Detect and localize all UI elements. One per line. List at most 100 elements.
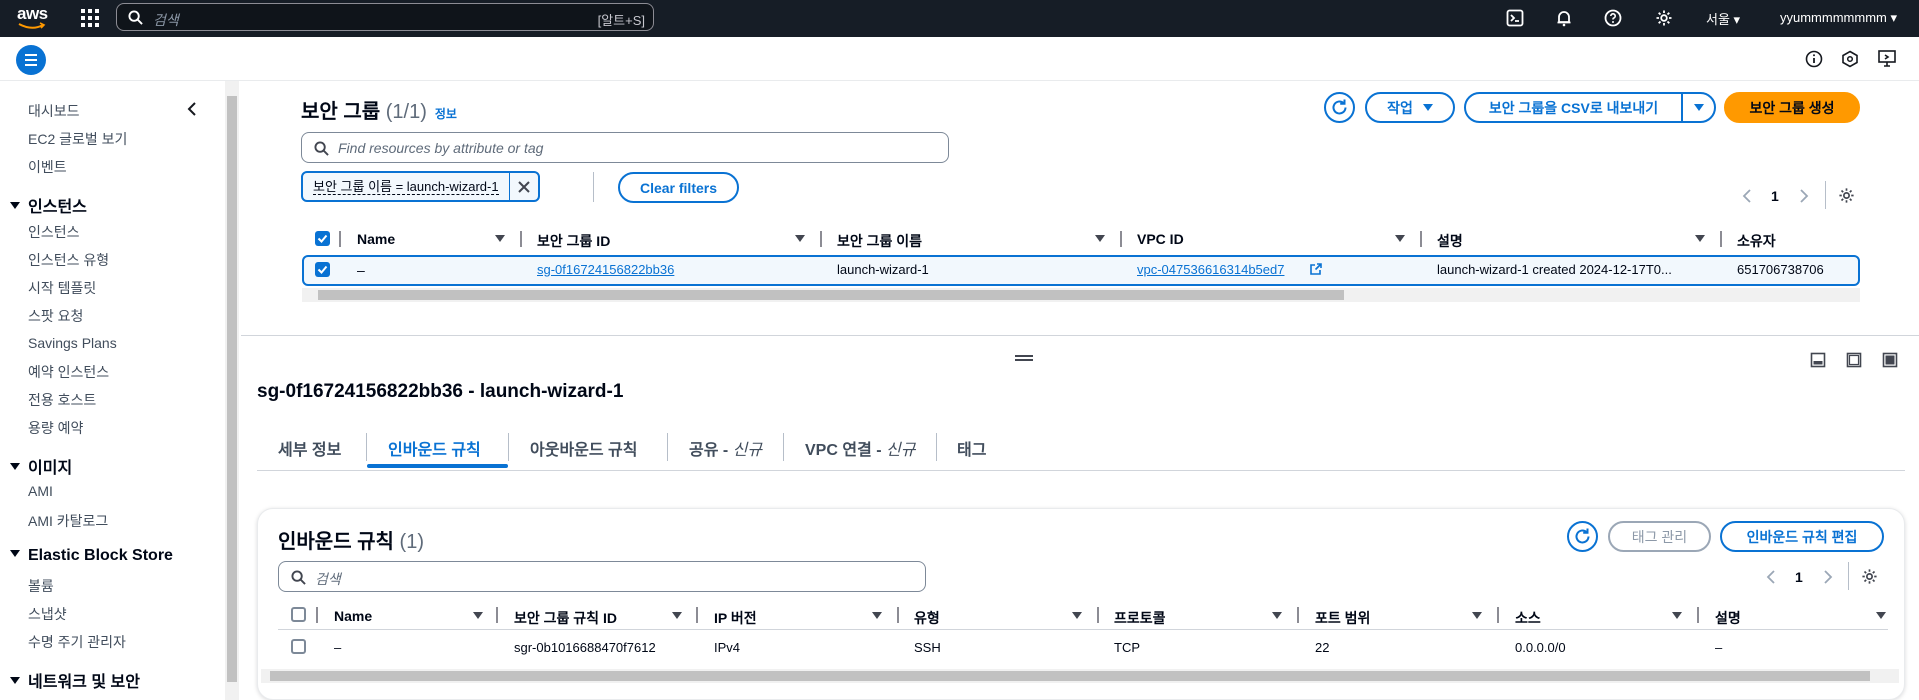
- row-checkbox[interactable]: [291, 639, 306, 654]
- sidebar-item-spot-requests[interactable]: 스팟 요청: [28, 306, 83, 326]
- column-header-sg-name[interactable]: 보안 그룹 이름: [837, 231, 922, 251]
- column-separator[interactable]: [1097, 607, 1099, 623]
- sidebar-item-ami-catalog[interactable]: AMI 카탈로그: [28, 511, 108, 531]
- settings-gear-icon[interactable]: [1655, 9, 1673, 27]
- column-separator[interactable]: [1697, 607, 1699, 623]
- sidebar-item-instances[interactable]: 인스턴스: [28, 222, 80, 242]
- aws-logo[interactable]: aws: [17, 5, 49, 31]
- column-separator[interactable]: [696, 607, 698, 623]
- column-header-name[interactable]: Name: [334, 608, 372, 624]
- panel-full-icon[interactable]: [1882, 352, 1898, 368]
- column-separator[interactable]: [897, 607, 899, 623]
- sidebar-item-instance-types[interactable]: 인스턴스 유형: [28, 250, 109, 270]
- sidebar-item-ec2-global-view[interactable]: EC2 글로벌 보기: [28, 129, 127, 149]
- services-grid-icon[interactable]: [81, 9, 99, 27]
- split-panel-divider[interactable]: [241, 335, 1919, 336]
- drag-handle-icon[interactable]: [1015, 359, 1033, 361]
- column-header-description[interactable]: 설명: [1437, 231, 1463, 251]
- sidebar-item-lifecycle-manager[interactable]: 수명 주기 관리자: [28, 632, 126, 652]
- region-selector[interactable]: 서울 ▾: [1706, 9, 1740, 28]
- sidebar-item-savings-plans[interactable]: Savings Plans: [28, 335, 117, 351]
- column-separator[interactable]: [1497, 607, 1499, 623]
- collapse-chevron-left-icon[interactable]: [185, 101, 199, 117]
- column-separator[interactable]: [496, 607, 498, 623]
- notifications-bell-icon[interactable]: [1555, 9, 1573, 27]
- table-preferences-gear-icon[interactable]: [1838, 187, 1855, 204]
- tab-details[interactable]: 세부 정보: [278, 436, 341, 460]
- column-header-protocol[interactable]: 프로토콜: [1114, 608, 1166, 628]
- inbound-horizontal-scrollbar-thumb[interactable]: [270, 671, 1870, 681]
- pagination-current-page[interactable]: 1: [1795, 569, 1803, 585]
- sort-caret-icon[interactable]: [1095, 235, 1105, 242]
- column-separator[interactable]: [820, 231, 822, 247]
- column-header-vpc-id[interactable]: VPC ID: [1137, 231, 1184, 247]
- info-link[interactable]: 정보: [435, 107, 457, 121]
- sort-caret-icon[interactable]: [1695, 235, 1705, 242]
- sidebar-section-ebs[interactable]: Elastic Block Store: [10, 547, 173, 565]
- sort-caret-icon[interactable]: [795, 235, 805, 242]
- cloudshell-icon[interactable]: [1506, 9, 1524, 27]
- edit-inbound-rules-button[interactable]: 인바운드 규칙 편집: [1720, 521, 1884, 552]
- tab-vpc-associations[interactable]: VPC 연결 - 신규: [805, 436, 915, 460]
- sidebar-scrollbar-thumb[interactable]: [227, 96, 237, 682]
- sort-caret-icon[interactable]: [1472, 612, 1482, 619]
- sort-caret-icon[interactable]: [672, 612, 682, 619]
- filter-token[interactable]: 보안 그룹 이름 = launch-wizard-1: [301, 171, 540, 202]
- sidebar-section-network-security[interactable]: 네트워크 및 보안: [10, 668, 140, 692]
- column-separator[interactable]: [520, 231, 522, 247]
- sidebar-section-instances[interactable]: 인스턴스: [10, 193, 87, 217]
- select-all-checkbox[interactable]: [291, 607, 306, 622]
- external-link-icon[interactable]: [1309, 262, 1323, 276]
- sidebar-item-events[interactable]: 이벤트: [28, 157, 67, 177]
- column-header-type[interactable]: 유형: [914, 608, 940, 628]
- tab-outbound-rules[interactable]: 아웃바운드 규칙: [530, 436, 638, 460]
- export-options-dropdown[interactable]: [1681, 92, 1716, 123]
- sidebar-section-images[interactable]: 이미지: [10, 454, 72, 478]
- refresh-button[interactable]: [1567, 521, 1598, 552]
- tab-sharing[interactable]: 공유 - 신규: [689, 436, 762, 460]
- pagination-next-icon[interactable]: [1823, 569, 1833, 585]
- cell-vpc-id-link[interactable]: vpc-047536616314b5ed7: [1137, 262, 1284, 277]
- screen-share-icon[interactable]: [1877, 49, 1897, 69]
- remove-filter-button[interactable]: [510, 173, 538, 200]
- panel-bottom-icon[interactable]: [1810, 352, 1826, 368]
- pagination-current-page[interactable]: 1: [1771, 188, 1779, 204]
- actions-dropdown[interactable]: 작업: [1365, 92, 1455, 123]
- sidebar-item-dedicated-hosts[interactable]: 전용 호스트: [28, 390, 96, 410]
- pagination-next-icon[interactable]: [1799, 188, 1809, 204]
- sort-caret-icon[interactable]: [495, 235, 505, 242]
- sort-caret-icon[interactable]: [473, 612, 483, 619]
- select-all-checkbox[interactable]: [315, 231, 330, 246]
- column-separator[interactable]: [1420, 231, 1422, 247]
- table-preferences-gear-icon[interactable]: [1861, 568, 1878, 585]
- export-csv-button[interactable]: 보안 그룹을 CSV로 내보내기: [1464, 92, 1683, 123]
- column-header-name[interactable]: Name: [357, 231, 395, 247]
- sort-caret-icon[interactable]: [1072, 612, 1082, 619]
- column-header-owner[interactable]: 소유자: [1737, 231, 1776, 251]
- table-horizontal-scrollbar-thumb[interactable]: [318, 290, 1344, 300]
- drag-handle-icon[interactable]: [1015, 355, 1033, 357]
- help-icon[interactable]: [1604, 9, 1622, 27]
- panel-side-icon[interactable]: [1846, 352, 1862, 368]
- tab-inbound-rules[interactable]: 인바운드 규칙: [388, 436, 481, 460]
- sort-caret-icon[interactable]: [1395, 235, 1405, 242]
- sidebar-item-volumes[interactable]: 볼륨: [28, 576, 54, 596]
- sidebar-item-dashboard[interactable]: 대시보드: [28, 101, 80, 121]
- info-panel-icon[interactable]: [1805, 50, 1823, 68]
- column-separator[interactable]: [1120, 231, 1122, 247]
- side-navigation-toggle[interactable]: [16, 45, 46, 75]
- tab-tags[interactable]: 태그: [957, 436, 986, 460]
- cell-sg-id-link[interactable]: sg-0f16724156822bb36: [537, 262, 674, 277]
- account-menu[interactable]: yyummmmmmmm ▾: [1780, 10, 1897, 26]
- sidebar-item-launch-templates[interactable]: 시작 템플릿: [28, 278, 96, 298]
- column-header-port-range[interactable]: 포트 범위: [1315, 608, 1370, 628]
- pagination-prev-icon[interactable]: [1766, 569, 1776, 585]
- sort-caret-icon[interactable]: [1876, 612, 1886, 619]
- resource-explorer-icon[interactable]: [1841, 50, 1859, 68]
- column-separator[interactable]: [1297, 607, 1299, 623]
- clear-filters-button[interactable]: Clear filters: [618, 172, 739, 203]
- sort-caret-icon[interactable]: [1272, 612, 1282, 619]
- row-checkbox[interactable]: [315, 262, 330, 277]
- sidebar-item-capacity-reservations[interactable]: 용량 예약: [28, 418, 83, 438]
- refresh-button[interactable]: [1324, 92, 1355, 123]
